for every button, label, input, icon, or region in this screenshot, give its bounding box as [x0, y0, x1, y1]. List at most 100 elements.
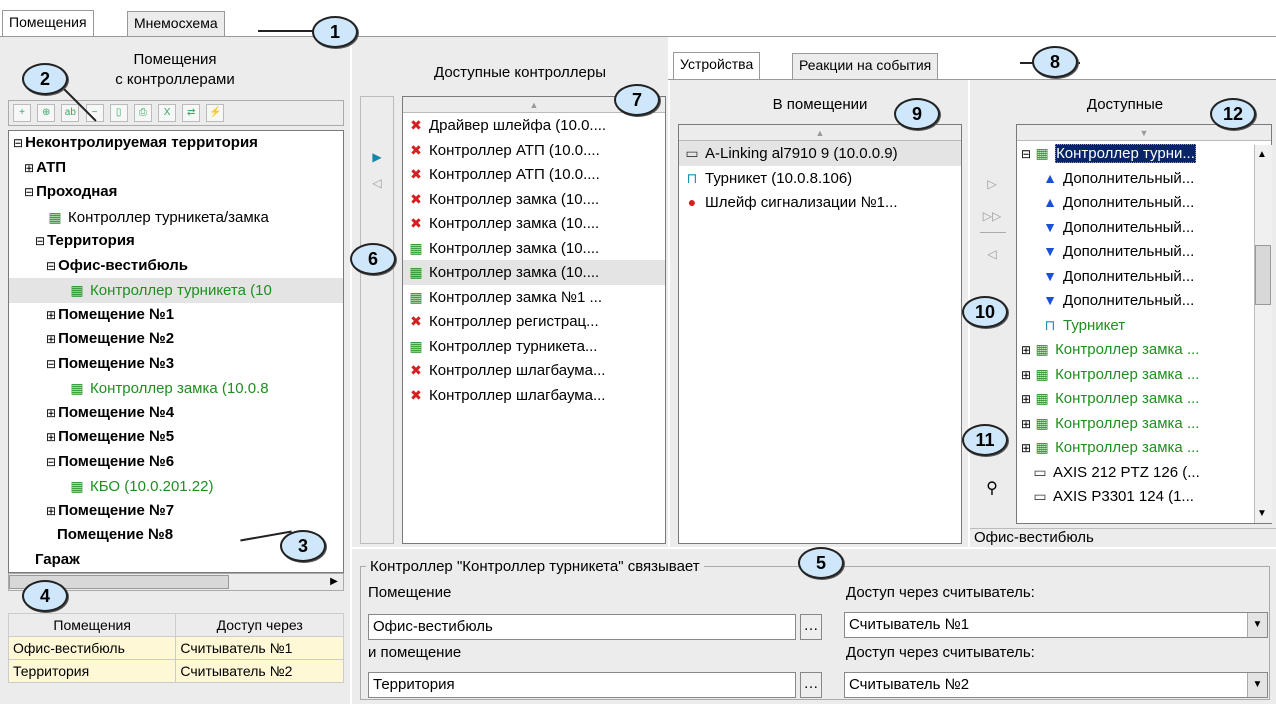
- list-item[interactable]: ⊞ ▦ Контроллер замка ...: [1017, 411, 1271, 436]
- properties-icon[interactable]: ▯: [109, 104, 128, 123]
- scroll-down-icon[interactable]: ▼: [1257, 508, 1267, 519]
- remove-left-icon[interactable]: ◁: [367, 173, 387, 193]
- list-item[interactable]: ✖ Контроллер шлагбаума...: [403, 383, 665, 408]
- reader2-select[interactable]: Считыватель №2 ▼: [844, 672, 1268, 698]
- scroll-right-icon[interactable]: ▶: [327, 574, 341, 590]
- chevron-down-icon[interactable]: ▼: [1247, 613, 1267, 637]
- export-icon[interactable]: ⇄: [182, 104, 201, 123]
- list-item[interactable]: ⊞ Помещение №4: [9, 401, 343, 426]
- list-item[interactable]: ⊞ ▦ Контроллер замка ...: [1017, 362, 1271, 387]
- expand-icon[interactable]: ⊞: [46, 504, 56, 518]
- list-item[interactable]: ▦ Контроллер замка №1 ...: [403, 285, 665, 310]
- list-item[interactable]: ● Шлейф сигнализации №1...: [679, 190, 961, 215]
- tab-devices[interactable]: Устройства: [673, 52, 761, 79]
- add-device-icon[interactable]: ▷: [982, 174, 1002, 194]
- tab-event-reactions[interactable]: Реакции на события: [792, 53, 939, 79]
- list-item[interactable]: ⊓ Турникет: [1017, 313, 1271, 338]
- rooms-tree[interactable]: ⊟ Неконтролируемая территория ⊞ АТП ⊟ Проходн…: [8, 130, 344, 573]
- list-item[interactable]: ▦ Контроллер турникета...: [403, 334, 665, 359]
- add-all-devices-icon[interactable]: ▷▷: [982, 206, 1002, 226]
- list-item[interactable]: ✖ Контроллер АТП (10.0....: [403, 138, 665, 163]
- available-tree[interactable]: ▼ ⊟ ▦ Контроллер турни... ▲ Дополнительный...…: [1016, 124, 1272, 524]
- list-item[interactable]: ⊟ Проходная: [9, 180, 343, 205]
- list-item[interactable]: ▭ AXIS 212 PTZ 126 (...: [1017, 460, 1271, 485]
- list-item[interactable]: ▭ AXIS P3301 124 (1...: [1017, 484, 1271, 509]
- excel-icon[interactable]: X: [158, 104, 177, 123]
- list-item[interactable]: ▲ Дополнительный...: [1017, 166, 1271, 191]
- binoculars-icon[interactable]: ⚲: [982, 478, 1002, 498]
- expand-icon[interactable]: ⊞: [46, 430, 56, 444]
- list-item[interactable]: ⊞ АТП: [9, 156, 343, 181]
- rename-icon[interactable]: ab: [61, 104, 80, 123]
- list-item[interactable]: ⊞ Помещение №2: [9, 327, 343, 352]
- list-item[interactable]: ▦ КБО (10.0.201.22): [9, 474, 343, 499]
- available-vscrollbar[interactable]: ▲ ▼: [1254, 145, 1272, 523]
- controllers-list[interactable]: ▲ ✖ Драйвер шлейфа (10.0.... ✖ Контроллер АТ…: [402, 96, 666, 544]
- add-right-icon[interactable]: ▶: [367, 147, 387, 167]
- expand-icon[interactable]: ⊞: [46, 332, 56, 346]
- list-item[interactable]: ⊟ Помещение №3: [9, 352, 343, 377]
- list-item[interactable]: ✖ Контроллер замка (10....: [403, 211, 665, 236]
- list-item[interactable]: ⊟ Офис-вестибюль: [9, 254, 343, 279]
- collapse-icon[interactable]: ⊟: [46, 357, 56, 371]
- collapse-icon[interactable]: ⊟: [1021, 147, 1031, 161]
- list-item[interactable]: ▼ Дополнительный...: [1017, 239, 1271, 264]
- list-item[interactable]: ▼ Дополнительный...: [1017, 215, 1271, 240]
- expand-icon[interactable]: ⊞: [1021, 368, 1031, 382]
- collapse-icon[interactable]: ⊟: [46, 259, 56, 273]
- collapse-icon[interactable]: ⊟: [13, 136, 23, 150]
- list-item[interactable]: ▼ Дополнительный...: [1017, 288, 1271, 313]
- list-item[interactable]: ▦ Контроллер замка (10....: [403, 260, 665, 285]
- list-item[interactable]: ▦ Контроллер турникета/замка: [9, 205, 343, 230]
- list-item[interactable]: ✖ Драйвер шлейфа (10.0....: [403, 113, 665, 138]
- expand-icon[interactable]: ⊞: [1021, 392, 1031, 406]
- expand-icon[interactable]: ⊞: [1021, 441, 1031, 455]
- list-item[interactable]: ▦ Контроллер турникета (10: [9, 278, 343, 303]
- list-item[interactable]: ⊞ Помещение №7: [9, 499, 343, 524]
- list-item[interactable]: ▼ Дополнительный...: [1017, 264, 1271, 289]
- expand-icon[interactable]: ⊞: [24, 161, 34, 175]
- list-item[interactable]: ▲ Дополнительный...: [1017, 190, 1271, 215]
- list-item[interactable]: ⊞ Помещение №1: [9, 303, 343, 328]
- scroll-up-icon[interactable]: ▲: [1257, 149, 1267, 160]
- room2-browse-button[interactable]: …: [800, 672, 822, 698]
- add-subroom-icon[interactable]: ⊕: [37, 104, 56, 123]
- list-item[interactable]: ⊞ ▦ Контроллер замка ...: [1017, 386, 1271, 411]
- room1-field[interactable]: Офис-вестибюль: [368, 614, 796, 640]
- collapse-icon[interactable]: ⊟: [35, 234, 45, 248]
- expand-icon[interactable]: ⊞: [1021, 343, 1031, 357]
- list-item[interactable]: ⊟ Помещение №6: [9, 450, 343, 475]
- tab-rooms[interactable]: Помещения: [2, 10, 94, 36]
- room1-browse-button[interactable]: …: [800, 614, 822, 640]
- list-item[interactable]: ▦ Контроллер замка (10....: [403, 236, 665, 261]
- list-item[interactable]: ⊟ ▦ Контроллер турни...: [1017, 141, 1271, 166]
- collapse-icon[interactable]: ⊟: [46, 455, 56, 469]
- list-item[interactable]: ✖ Контроллер замка (10....: [403, 187, 665, 212]
- table-row[interactable]: Территория Считыватель №2: [7, 659, 344, 683]
- collapse-icon[interactable]: ⊟: [24, 185, 34, 199]
- in-room-list[interactable]: ▲ ▭ A-Linking al7910 9 (10.0.0.9) ⊓ Турникет…: [678, 124, 962, 544]
- table-row[interactable]: Офис-вестибюль Считыватель №1: [7, 636, 344, 660]
- list-item[interactable]: ▦ Контроллер замка (10.0.8: [9, 376, 343, 401]
- expand-icon[interactable]: ⊞: [46, 406, 56, 420]
- list-item[interactable]: ⊓ Турникет (10.0.8.106): [679, 166, 961, 191]
- list-item[interactable]: ▭ A-Linking al7910 9 (10.0.0.9): [679, 141, 961, 166]
- reader1-select[interactable]: Считыватель №1 ▼: [844, 612, 1268, 638]
- list-item[interactable]: ✖ Контроллер регистрац...: [403, 309, 665, 334]
- list-item[interactable]: ⊞ ▦ Контроллер замка ...: [1017, 337, 1271, 362]
- add-room-icon[interactable]: +: [13, 104, 31, 123]
- lightning-icon[interactable]: ⚡: [206, 104, 225, 123]
- list-item[interactable]: ⊟ Неконтролируемая территория: [9, 131, 343, 156]
- expand-icon[interactable]: ⊞: [1021, 417, 1031, 431]
- tab-mnemoscheme[interactable]: Мнемосхема: [127, 11, 225, 36]
- list-item[interactable]: ✖ Контроллер АТП (10.0....: [403, 162, 665, 187]
- remove-device-icon[interactable]: ◁: [982, 244, 1002, 264]
- expand-icon[interactable]: ⊞: [46, 308, 56, 322]
- room2-field[interactable]: Территория: [368, 672, 796, 698]
- list-item[interactable]: ⊞ ▦ Контроллер замка ...: [1017, 435, 1271, 460]
- list-item[interactable]: ⊞ Помещение №5: [9, 425, 343, 450]
- list-item[interactable]: ✖ Контроллер шлагбаума...: [403, 358, 665, 383]
- chevron-down-icon[interactable]: ▼: [1247, 673, 1267, 697]
- list-item[interactable]: ⊟ Территория: [9, 229, 343, 254]
- print-icon[interactable]: ⎙: [133, 104, 152, 123]
